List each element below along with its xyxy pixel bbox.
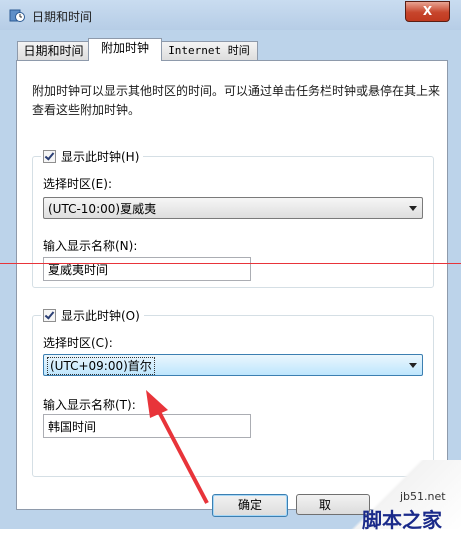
watermark-url: jb51.net — [400, 490, 446, 503]
annotation-arrow-icon — [146, 390, 209, 504]
tab-additional-clocks[interactable]: 附加时钟 — [88, 38, 162, 61]
